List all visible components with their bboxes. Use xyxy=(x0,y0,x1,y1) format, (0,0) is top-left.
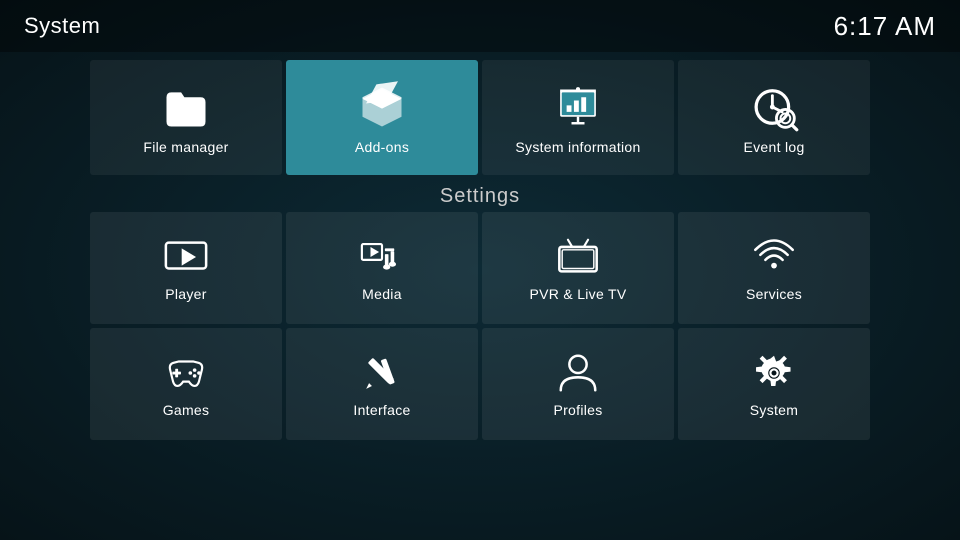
top-item-file-manager[interactable]: File manager xyxy=(90,60,282,175)
grid-item-games[interactable]: Games xyxy=(90,328,282,440)
app-title: System xyxy=(24,13,100,39)
settings-row-2: Games Interface Profiles System xyxy=(0,328,960,440)
file-manager-label: File manager xyxy=(143,139,228,155)
games-label: Games xyxy=(163,402,210,418)
top-item-add-ons[interactable]: Add-ons xyxy=(286,60,478,175)
interface-label: Interface xyxy=(353,402,410,418)
grid-item-services[interactable]: Services xyxy=(678,212,870,324)
grid-item-interface[interactable]: Interface xyxy=(286,328,478,440)
clock: 6:17 AM xyxy=(834,11,936,42)
system-icon xyxy=(751,350,797,396)
grid-item-profiles[interactable]: Profiles xyxy=(482,328,674,440)
media-label: Media xyxy=(362,286,402,302)
top-item-event-log[interactable]: Event log xyxy=(678,60,870,175)
system-information-icon xyxy=(552,81,604,133)
games-icon xyxy=(163,350,209,396)
top-bar: System 6:17 AM xyxy=(0,0,960,52)
event-log-label: Event log xyxy=(743,139,804,155)
grid-item-media[interactable]: Media xyxy=(286,212,478,324)
settings-row-1: Player Media PVR & Live TV xyxy=(0,212,960,324)
system-label: System xyxy=(750,402,798,418)
system-information-label: System information xyxy=(515,139,640,155)
settings-section-label: Settings xyxy=(0,185,960,208)
player-label: Player xyxy=(165,286,206,302)
event-log-icon xyxy=(748,81,800,133)
grid-item-player[interactable]: Player xyxy=(90,212,282,324)
pvr-live-tv-label: PVR & Live TV xyxy=(529,286,626,302)
services-label: Services xyxy=(746,286,802,302)
profiles-icon xyxy=(555,350,601,396)
grid-item-system[interactable]: System xyxy=(678,328,870,440)
pvr-live-tv-icon xyxy=(555,234,601,280)
profiles-label: Profiles xyxy=(553,402,602,418)
top-row: File manager Add-ons xyxy=(0,52,960,179)
top-item-system-information[interactable]: System information xyxy=(482,60,674,175)
media-icon xyxy=(359,234,405,280)
interface-icon xyxy=(359,350,405,396)
add-ons-icon xyxy=(356,81,408,133)
file-manager-icon xyxy=(160,81,212,133)
add-ons-label: Add-ons xyxy=(355,139,409,155)
player-icon xyxy=(163,234,209,280)
grid-item-pvr-live-tv[interactable]: PVR & Live TV xyxy=(482,212,674,324)
services-icon xyxy=(751,234,797,280)
